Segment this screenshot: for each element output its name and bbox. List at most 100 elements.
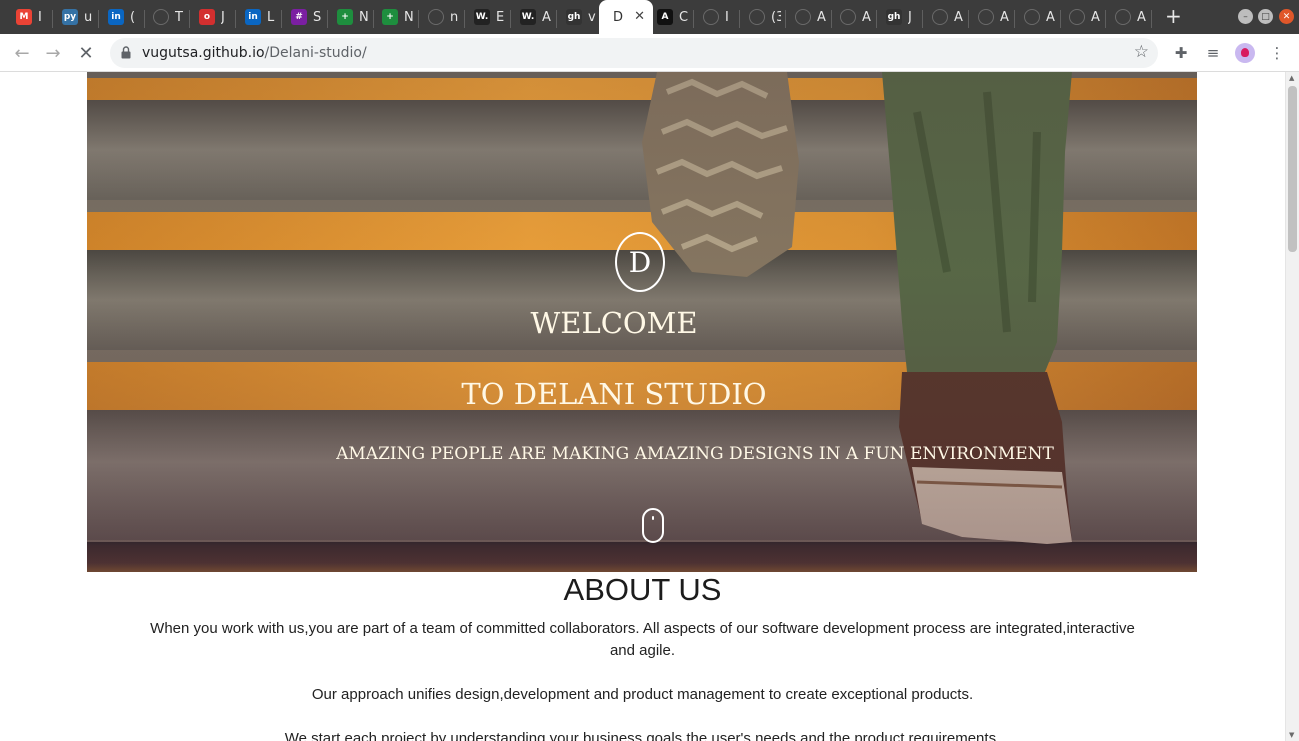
- maximize-button[interactable]: □: [1258, 9, 1273, 24]
- browser-menu-icon[interactable]: ⋮: [1266, 42, 1288, 64]
- tab-separator: [235, 10, 236, 28]
- browser-tab[interactable]: D ✕: [599, 0, 653, 34]
- tab-title: (: [130, 9, 136, 25]
- browser-tab[interactable]: gh J: [878, 2, 923, 32]
- bookmark-star-icon[interactable]: ☆: [1134, 42, 1149, 62]
- tab-favicon-icon: W.: [474, 9, 490, 25]
- new-tab-button[interactable]: +: [1165, 5, 1182, 27]
- browser-tab[interactable]: + N: [329, 2, 374, 32]
- tab-separator: [510, 10, 511, 28]
- hero-title-line2: TO DELANI STUDIO: [461, 377, 767, 411]
- tab-strip: M Ipy u in(To Jin L # S + N + Nn W. E W. Agh v D ✕ A C I (3 A Ag…: [0, 0, 1299, 34]
- tab-favicon-icon: W.: [520, 9, 536, 25]
- browser-tab[interactable]: oJ: [191, 2, 236, 32]
- profile-avatar[interactable]: [1234, 42, 1256, 64]
- stop-loading-button[interactable]: ✕: [73, 40, 99, 66]
- minimize-button[interactable]: –: [1238, 9, 1253, 24]
- browser-tab[interactable]: A: [832, 2, 877, 32]
- browser-tab[interactable]: W. A: [512, 2, 557, 32]
- scroll-thumb[interactable]: [1288, 86, 1297, 252]
- browser-tab[interactable]: T: [145, 2, 190, 32]
- browser-tab[interactable]: in (: [100, 2, 145, 32]
- tab-title: A: [1137, 9, 1146, 25]
- tab-favicon-icon: in: [108, 9, 124, 25]
- browser-tab[interactable]: in L: [237, 2, 282, 32]
- hero-tagline: AMAZING PEOPLE ARE MAKING AMAZING DESIGN…: [336, 444, 1054, 464]
- scroll-up-arrow[interactable]: ▲: [1289, 74, 1294, 82]
- page-viewport: D WELCOME TO DELANI STUDIO AMAZING PEOPL…: [0, 72, 1285, 741]
- tab-favicon-icon: py: [62, 9, 78, 25]
- tab-separator: [693, 10, 694, 28]
- browser-tab[interactable]: gh v: [558, 2, 603, 32]
- browser-tab[interactable]: A: [970, 2, 1015, 32]
- scroll-down-arrow[interactable]: ▼: [1289, 731, 1294, 739]
- tab-favicon-icon: [749, 9, 765, 25]
- tab-title: A: [1091, 9, 1100, 25]
- tab-favicon-icon: gh: [566, 9, 582, 25]
- tab-favicon-icon: [428, 9, 444, 25]
- media-control-icon[interactable]: ≡: [1202, 42, 1224, 64]
- browser-toolbar: ← → ✕ vugutsa.github.io/Delani-studio/ ☆…: [0, 34, 1299, 72]
- tab-title: I: [725, 9, 729, 25]
- tab-title: A: [1000, 9, 1009, 25]
- about-heading: ABOUT US: [563, 572, 722, 607]
- logo-letter: D: [628, 245, 652, 279]
- tab-separator: [418, 10, 419, 28]
- back-button[interactable]: ←: [9, 40, 35, 66]
- tab-title: N: [359, 9, 369, 25]
- tab-close-icon[interactable]: ✕: [634, 9, 645, 24]
- tab-favicon-icon: in: [245, 9, 261, 25]
- tab-separator: [876, 10, 877, 28]
- browser-tab[interactable]: n: [420, 2, 465, 32]
- browser-tab[interactable]: A: [787, 2, 832, 32]
- browser-tab[interactable]: py u: [54, 2, 99, 32]
- scroll-mouse-icon[interactable]: [642, 508, 664, 543]
- tab-separator: [98, 10, 99, 28]
- browser-tab[interactable]: A: [924, 2, 969, 32]
- tab-favicon-icon: +: [382, 9, 398, 25]
- tab-separator: [1151, 10, 1152, 28]
- browser-tab[interactable]: + N: [374, 2, 419, 32]
- browser-tab[interactable]: A: [1061, 2, 1106, 32]
- browser-tab[interactable]: A: [1107, 2, 1152, 32]
- tab-separator: [1105, 10, 1106, 28]
- about-paragraph-2: Our approach unifies design,development …: [311, 686, 974, 703]
- tab-separator: [785, 10, 786, 28]
- address-bar[interactable]: vugutsa.github.io/Delani-studio/ ☆: [110, 38, 1158, 68]
- tab-favicon-icon: o: [199, 9, 215, 25]
- tab-title: A: [954, 9, 963, 25]
- tab-favicon-icon: [1069, 9, 1085, 25]
- tab-separator: [1014, 10, 1015, 28]
- tab-title: J: [221, 9, 225, 25]
- browser-tab[interactable]: # S: [283, 2, 328, 32]
- tab-separator: [922, 10, 923, 28]
- extensions-icon[interactable]: ✚: [1170, 42, 1192, 64]
- close-window-button[interactable]: ✕: [1279, 9, 1294, 24]
- tab-title: N: [404, 9, 414, 25]
- tab-title: D: [613, 9, 624, 25]
- tab-separator: [556, 10, 557, 28]
- tab-favicon-icon: [703, 9, 719, 25]
- tab-favicon-icon: [795, 9, 811, 25]
- url-path: /Delani-studio/: [264, 45, 367, 61]
- browser-tab[interactable]: MI: [8, 2, 53, 32]
- forward-button[interactable]: →: [40, 40, 66, 66]
- page-scrollbar[interactable]: ▲ ▼: [1285, 72, 1299, 741]
- browser-tab[interactable]: (3: [741, 2, 786, 32]
- lock-icon: [121, 46, 131, 59]
- browser-tab[interactable]: I: [695, 2, 740, 32]
- tab-title: u: [84, 9, 93, 25]
- tab-favicon-icon: [153, 9, 169, 25]
- tab-favicon-icon: A: [657, 9, 673, 25]
- tab-favicon-icon: #: [291, 9, 307, 25]
- browser-tab[interactable]: AC: [649, 2, 694, 32]
- tab-title: T: [175, 9, 183, 25]
- hero-title-line1: WELCOME: [530, 306, 698, 340]
- tab-favicon-icon: [932, 9, 948, 25]
- hero-banner: D WELCOME TO DELANI STUDIO AMAZING PEOPL…: [87, 72, 1197, 572]
- tab-separator: [327, 10, 328, 28]
- tab-favicon-icon: M: [16, 9, 32, 25]
- browser-tab[interactable]: A: [1016, 2, 1061, 32]
- browser-tab[interactable]: W. E: [466, 2, 511, 32]
- logo-badge: D: [615, 232, 665, 292]
